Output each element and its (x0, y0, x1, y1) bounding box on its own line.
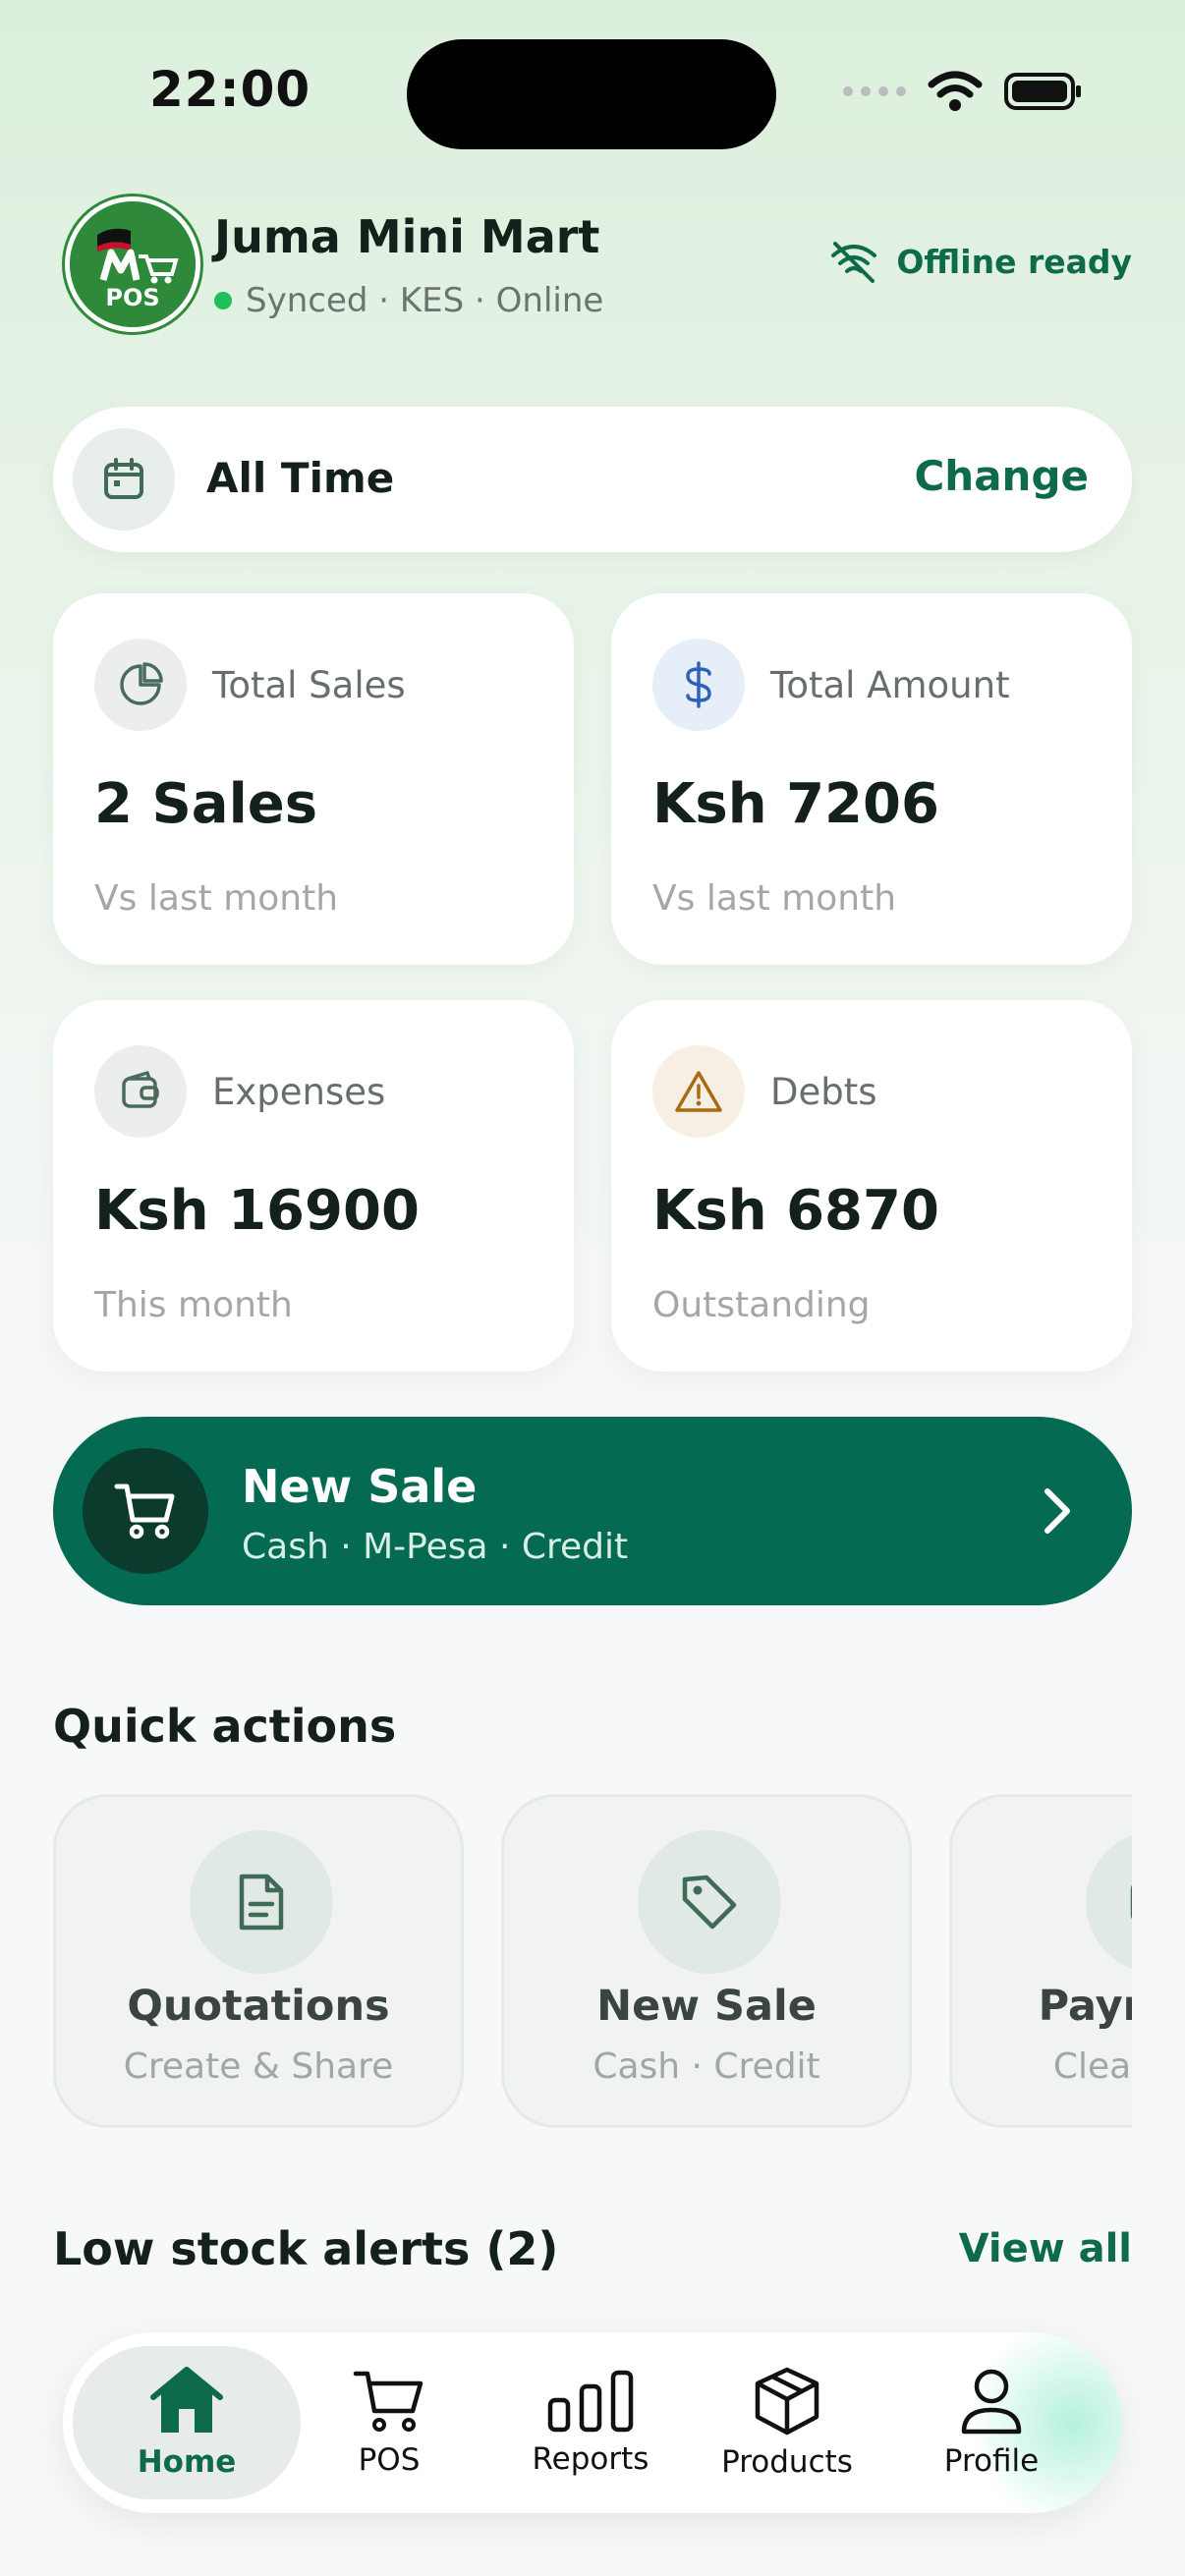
low-stock-title: Low stock alerts (2) (53, 2222, 559, 2275)
dynamic-island (407, 39, 776, 149)
stat-value: Ksh 16900 (94, 1179, 420, 1243)
change-period-button[interactable]: Change (914, 452, 1089, 500)
online-dot-icon (214, 292, 232, 309)
warning-icon (652, 1045, 745, 1138)
quick-actions-title: Quick actions (53, 1700, 397, 1753)
battery-icon (1004, 73, 1081, 110)
store-logo[interactable]: POS (65, 196, 200, 332)
dollar-icon (652, 639, 745, 731)
quick-action-subtitle: Clear debts (1052, 2046, 1132, 2087)
wallet-icon (94, 1045, 187, 1138)
nav-label: Products (721, 2444, 853, 2480)
stat-label: Total Amount (770, 664, 1010, 706)
new-sale-title: New Sale (242, 1460, 478, 1513)
tag-icon (638, 1830, 781, 1974)
stat-label: Total Sales (212, 664, 406, 706)
nav-label: POS (358, 2442, 421, 2478)
quick-actions-carousel[interactable]: Quotations Create & Share New Sale Cash … (53, 1794, 1132, 2128)
stat-card-total-sales[interactable]: Total Sales 2 Sales Vs last month (53, 593, 574, 965)
cart-icon (353, 2371, 423, 2432)
calendar-icon (73, 428, 175, 531)
period-label: All Time (206, 454, 395, 502)
offline-ready-indicator[interactable]: Offline ready (829, 240, 1132, 283)
bottom-nav: Home POS Reports Products Profile (63, 2332, 1122, 2513)
sync-status-text: Synced · KES · Online (246, 281, 604, 320)
cart-icon (83, 1448, 208, 1574)
quick-action-quotations[interactable]: Quotations Create & Share (53, 1794, 464, 2128)
quick-action-payments[interactable]: Payments Clear debts (949, 1794, 1132, 2128)
stat-sub: This month (94, 1285, 293, 1325)
stat-sub: Vs last month (94, 878, 339, 919)
stat-value: 2 Sales (94, 772, 318, 836)
period-selector[interactable]: All Time Change (53, 407, 1132, 552)
stat-label: Debts (770, 1071, 877, 1113)
status-icons (843, 71, 1083, 112)
store-name: Juma Mini Mart (214, 210, 600, 263)
nav-item-products[interactable]: Products (694, 2332, 880, 2513)
nav-label: Profile (943, 2443, 1040, 2479)
stat-sub: Outstanding (652, 1285, 871, 1325)
view-all-link[interactable]: View all (959, 2226, 1132, 2271)
signal-dots-icon (843, 86, 906, 96)
stat-value: Ksh 7206 (652, 772, 939, 836)
quick-action-title: New Sale (596, 1982, 817, 2031)
stat-card-expenses[interactable]: Expenses Ksh 16900 This month (53, 1000, 574, 1372)
logo-text: POS (105, 284, 160, 311)
card-icon (1086, 1830, 1132, 1974)
person-icon (961, 2369, 1022, 2435)
chevron-right-icon (1044, 1488, 1070, 1534)
nav-item-profile[interactable]: Profile (898, 2332, 1085, 2513)
document-icon (190, 1830, 333, 1974)
quick-action-title: Payments (1038, 1982, 1132, 2031)
nav-label: Home (137, 2444, 237, 2480)
box-icon (755, 2367, 819, 2436)
stat-card-debts[interactable]: Debts Ksh 6870 Outstanding (611, 1000, 1132, 1372)
nav-item-pos[interactable]: POS (301, 2332, 478, 2513)
wifi-icon (928, 71, 983, 111)
nav-label: Reports (532, 2441, 649, 2477)
pie-chart-icon (94, 639, 187, 731)
quick-action-subtitle: Create & Share (123, 2046, 394, 2087)
nav-item-home[interactable]: Home (73, 2346, 301, 2499)
status-time: 22:00 (149, 61, 311, 118)
stat-sub: Vs last month (652, 878, 897, 919)
stat-value: Ksh 6870 (652, 1179, 939, 1243)
bar-chart-icon (547, 2370, 634, 2433)
sync-status: Synced · KES · Online (214, 281, 603, 320)
quick-action-subtitle: Cash · Credit (592, 2046, 820, 2087)
new-sale-subtitle: Cash · M-Pesa · Credit (242, 1527, 629, 1567)
quick-action-new-sale[interactable]: New Sale Cash · Credit (501, 1794, 912, 2128)
offline-ready-label: Offline ready (896, 242, 1132, 281)
home-icon (150, 2367, 223, 2433)
quick-action-title: Quotations (127, 1982, 390, 2031)
new-sale-banner[interactable]: New Sale Cash · M-Pesa · Credit (53, 1417, 1132, 1605)
wifi-off-icon (831, 242, 877, 283)
nav-item-reports[interactable]: Reports (497, 2332, 684, 2513)
stat-card-total-amount[interactable]: Total Amount Ksh 7206 Vs last month (611, 593, 1132, 965)
stat-label: Expenses (212, 1071, 386, 1113)
